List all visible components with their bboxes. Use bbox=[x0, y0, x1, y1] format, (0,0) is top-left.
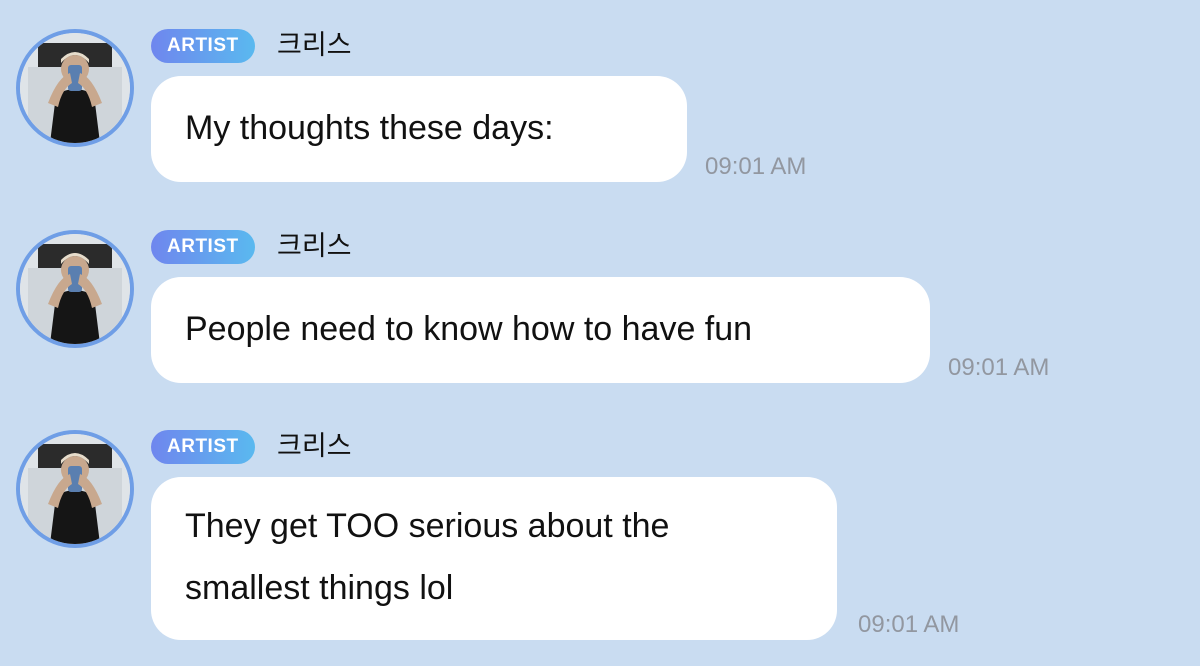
profile-photo-icon bbox=[20, 234, 130, 344]
sender-name: 크리스 bbox=[277, 30, 352, 61]
artist-badge: ARTIST bbox=[151, 230, 255, 264]
sender-name: 크리스 bbox=[277, 231, 352, 262]
artist-badge: ARTIST bbox=[151, 430, 255, 464]
message-timestamp: 09:01 AM bbox=[858, 611, 960, 638]
avatar[interactable] bbox=[16, 230, 134, 348]
message-timestamp: 09:01 AM bbox=[948, 354, 1050, 381]
chat-message-list: ARTIST 크리스 My thoughts these days: 09:01… bbox=[0, 0, 1200, 666]
message-bubble[interactable]: My thoughts these days: bbox=[151, 76, 687, 182]
avatar[interactable] bbox=[16, 29, 134, 147]
message-timestamp: 09:01 AM bbox=[705, 153, 807, 180]
profile-photo-icon bbox=[20, 434, 130, 544]
message-bubble[interactable]: People need to know how to have fun bbox=[151, 277, 930, 383]
profile-photo-icon bbox=[20, 33, 130, 143]
sender-name: 크리스 bbox=[277, 431, 352, 462]
avatar[interactable] bbox=[16, 430, 134, 548]
message-bubble[interactable]: They get TOO serious about the smallest … bbox=[151, 477, 837, 640]
artist-badge: ARTIST bbox=[151, 29, 255, 63]
